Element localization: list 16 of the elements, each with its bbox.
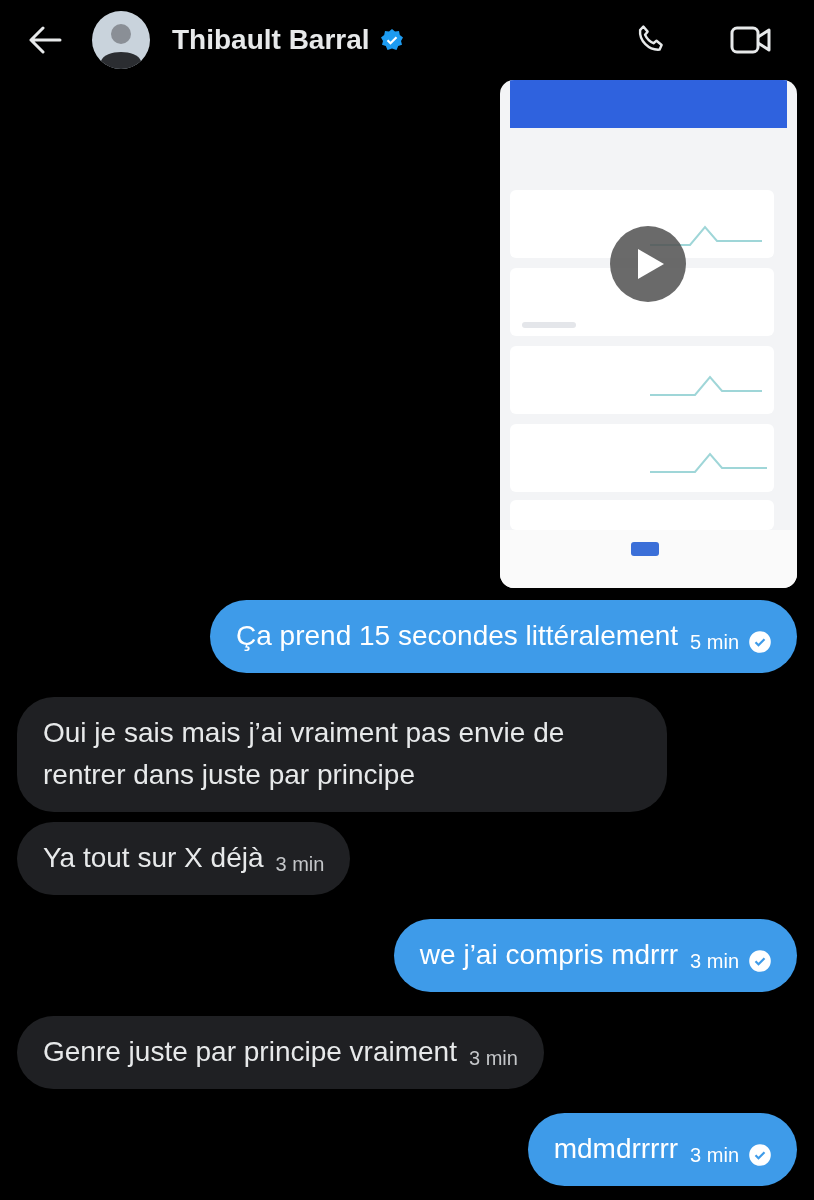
- message-text: Genre juste par principe vraiment: [43, 1036, 457, 1067]
- message-time: 3 min: [275, 852, 325, 876]
- contact-name: Thibault Barral: [172, 24, 370, 56]
- message-text: Ya tout sur X déjà: [43, 842, 264, 873]
- video-camera-icon[interactable]: [730, 25, 772, 55]
- avatar[interactable]: [92, 11, 150, 69]
- message-text: we j’ai compris mdrrr: [419, 939, 679, 970]
- message-time: 3 min: [690, 949, 739, 973]
- message-time: 3 min: [469, 1046, 518, 1070]
- message-time: 5 min: [690, 630, 739, 654]
- back-arrow-icon[interactable]: [28, 26, 62, 54]
- message-time: 3 min: [690, 1143, 739, 1167]
- message-text: mdmdrrrrr: [553, 1133, 679, 1164]
- message-text: Oui je sais mais j’ai vraiment pas envie de rentrer dans juste par principe: [43, 717, 565, 790]
- play-icon: [636, 247, 666, 281]
- message-text: Ça prend 15 secondes littéralement: [236, 620, 679, 651]
